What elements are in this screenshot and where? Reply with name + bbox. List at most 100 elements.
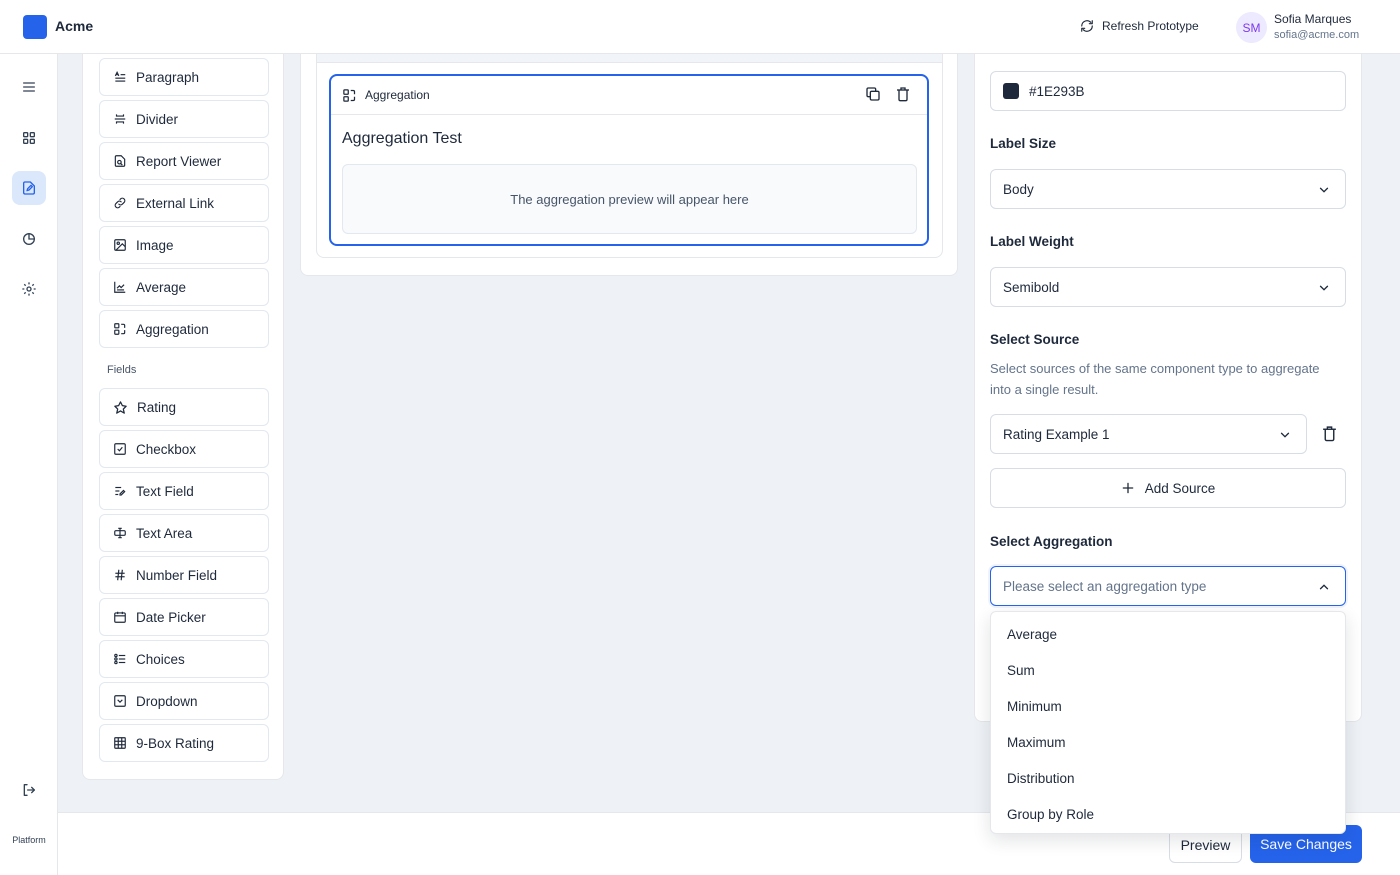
refresh-label: Refresh Prototype — [1102, 19, 1199, 33]
source-select[interactable]: Rating Example 1 — [990, 414, 1307, 454]
label-size-value: Body — [1003, 181, 1034, 197]
text-area-icon — [114, 527, 126, 539]
aggregation-block[interactable]: Aggregation Aggregation Test The aggrega… — [329, 74, 929, 246]
nav-reports[interactable] — [12, 222, 46, 256]
palette-item-number-field[interactable]: Number Field — [99, 556, 269, 594]
aggregation-placeholder: Please select an aggregation type — [1003, 578, 1207, 594]
paragraph-icon — [114, 71, 126, 82]
select-aggregation-label: Select Aggregation — [990, 534, 1113, 549]
trash-icon[interactable] — [895, 86, 911, 102]
fields-section-heading: Fields — [107, 364, 137, 376]
palette-item-label: Dropdown — [136, 693, 198, 709]
palette-item-image[interactable]: Image — [99, 226, 269, 264]
block-type-label: Aggregation — [365, 88, 430, 102]
color-value: #1E293B — [1029, 83, 1085, 99]
palette-item-average[interactable]: Average — [99, 268, 269, 306]
palette-item-dropdown[interactable]: Dropdown — [99, 682, 269, 720]
aggregation-select[interactable]: Please select an aggregation type — [990, 566, 1346, 606]
palette-item-label: Choices — [136, 651, 185, 667]
checkbox-icon — [114, 443, 126, 455]
palette-item-label: Number Field — [136, 567, 218, 583]
palette-item-checkbox[interactable]: Checkbox — [99, 430, 269, 468]
component-palette: Paragraph Divider Report Viewer External… — [82, 54, 284, 780]
block-header: Aggregation — [331, 76, 927, 115]
label-size-select[interactable]: Body — [990, 169, 1346, 209]
palette-item-label: Aggregation — [136, 321, 209, 337]
palette-item-date-picker[interactable]: Date Picker — [99, 598, 269, 636]
color-swatch[interactable] — [1003, 83, 1019, 99]
avatar[interactable]: SM — [1236, 12, 1267, 43]
label-size-label: Label Size — [990, 136, 1057, 151]
add-source-button[interactable]: Add Source — [990, 468, 1346, 508]
aggregation-preview: The aggregation preview will appear here — [342, 164, 917, 234]
left-rail: Platform — [0, 54, 58, 875]
block-actions — [865, 86, 911, 102]
color-field[interactable]: #1E293B — [990, 71, 1346, 111]
image-icon — [114, 239, 126, 251]
aggregation-options-menu: Average Sum Minimum Maximum Distribution… — [990, 611, 1346, 834]
palette-item-label: External Link — [136, 195, 215, 211]
palette-item-label: Divider — [136, 111, 179, 127]
palette-item-rating[interactable]: Rating — [99, 388, 269, 426]
top-bar: Acme Refresh Prototype SM Sofia Marques … — [0, 0, 1400, 54]
plus-icon — [1122, 482, 1134, 494]
trash-icon[interactable] — [1321, 425, 1338, 442]
report-viewer-icon — [114, 155, 126, 167]
option-minimum[interactable]: Minimum — [991, 688, 1345, 724]
user-email: sofia@acme.com — [1274, 29, 1360, 41]
chevron-down-icon — [1319, 285, 1329, 291]
nav-settings[interactable] — [12, 272, 46, 306]
logout-button[interactable] — [12, 773, 46, 807]
hamburger-icon — [23, 82, 35, 92]
palette-item-text-field[interactable]: Text Field — [99, 472, 269, 510]
palette-item-label: Paragraph — [136, 69, 200, 85]
text-field-icon — [115, 486, 126, 496]
pie-chart-icon — [23, 233, 35, 245]
copy-icon[interactable] — [865, 86, 881, 102]
app-title: Acme — [55, 18, 94, 34]
label-weight-select[interactable]: Semibold — [990, 267, 1346, 307]
palette-item-external-link[interactable]: External Link — [99, 184, 269, 222]
palette-item-label: Image — [136, 237, 174, 253]
palette-item-9-box-rating[interactable]: 9-Box Rating — [99, 724, 269, 762]
option-average[interactable]: Average — [991, 616, 1345, 652]
palette-item-report-viewer[interactable]: Report Viewer — [99, 142, 269, 180]
palette-item-aggregation[interactable]: Aggregation — [99, 310, 269, 348]
grid-icon — [114, 737, 126, 749]
average-icon — [114, 281, 126, 293]
divider-icon — [114, 114, 126, 124]
refresh-prototype-button[interactable]: Refresh Prototype — [1080, 19, 1199, 33]
aggregation-icon — [343, 88, 356, 102]
palette-item-label: Report Viewer — [136, 153, 222, 169]
palette-item-text-area[interactable]: Text Area — [99, 514, 269, 552]
nav-editor[interactable] — [12, 171, 46, 205]
acme-logo — [23, 15, 47, 39]
palette-item-paragraph[interactable]: Paragraph — [99, 58, 269, 96]
logout-icon — [23, 784, 35, 796]
chevron-down-icon — [1319, 187, 1329, 193]
palette-item-label: Checkbox — [136, 441, 197, 457]
palette-item-choices[interactable]: Choices — [99, 640, 269, 678]
chevron-up-icon — [1319, 584, 1329, 590]
edit-document-icon — [23, 181, 35, 195]
link-icon — [114, 197, 126, 209]
palette-item-label: 9-Box Rating — [136, 735, 215, 751]
hash-icon — [115, 569, 125, 581]
dropdown-icon — [114, 695, 126, 707]
option-sum[interactable]: Sum — [991, 652, 1345, 688]
palette-item-label: Rating — [137, 399, 177, 415]
option-maximum[interactable]: Maximum — [991, 724, 1345, 760]
nav-dashboard[interactable] — [12, 121, 46, 155]
canvas-strip — [317, 54, 942, 63]
palette-item-label: Date Picker — [136, 609, 206, 625]
source-value: Rating Example 1 — [1003, 426, 1110, 442]
calendar-icon — [114, 611, 126, 623]
refresh-icon — [1081, 20, 1093, 32]
palette-item-divider[interactable]: Divider — [99, 100, 269, 138]
label-weight-value: Semibold — [1003, 279, 1060, 295]
option-distribution[interactable]: Distribution — [991, 760, 1345, 796]
label-weight-label: Label Weight — [990, 234, 1074, 249]
option-group-by-role[interactable]: Group by Role — [991, 796, 1345, 832]
menu-button[interactable] — [12, 70, 46, 104]
select-source-help: Select sources of the same component typ… — [990, 361, 1320, 397]
